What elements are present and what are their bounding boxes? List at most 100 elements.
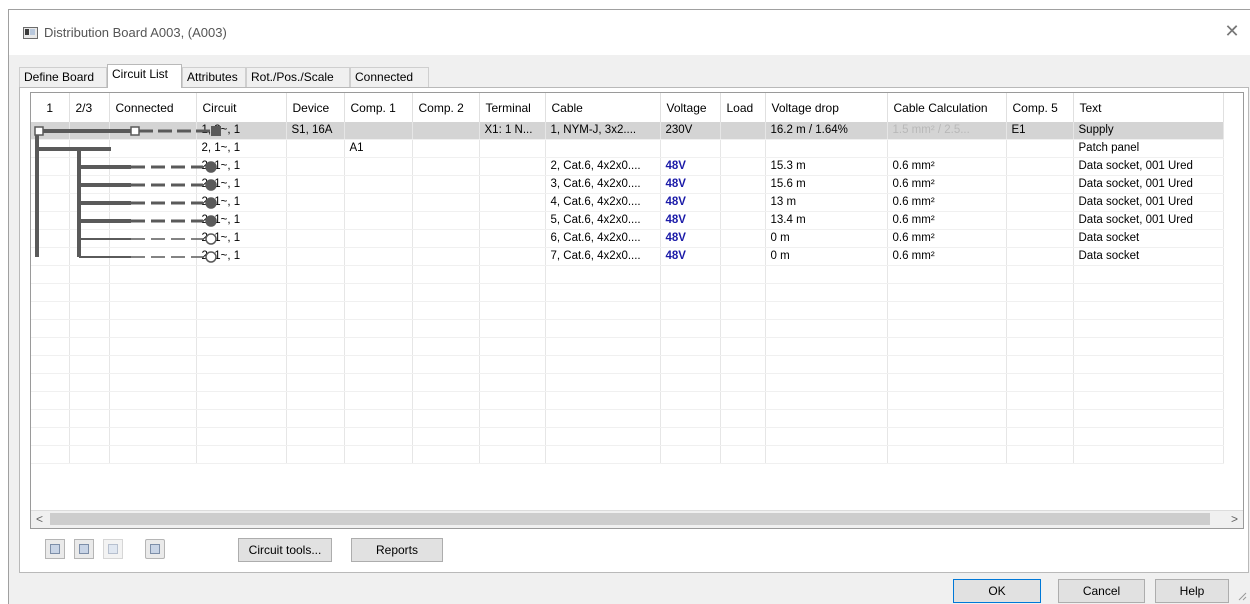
voltage-cell[interactable]: 48V xyxy=(660,175,721,194)
tab-rot-pos-scale[interactable]: Rot./Pos./Scale xyxy=(246,67,350,87)
empty-cell[interactable] xyxy=(412,409,480,428)
empty-cell[interactable] xyxy=(31,427,70,446)
empty-cell[interactable] xyxy=(887,337,1007,356)
empty-cell[interactable] xyxy=(412,265,480,284)
device-cell[interactable]: S1, 16A xyxy=(286,122,345,140)
empty-cell[interactable] xyxy=(765,319,888,338)
empty-cell[interactable] xyxy=(69,337,110,356)
device-cell[interactable] xyxy=(286,247,345,266)
empty-cell[interactable] xyxy=(344,283,413,302)
col-header[interactable]: Cable Calculation xyxy=(887,93,1007,122)
voltage-cell[interactable]: 48V xyxy=(660,229,721,248)
empty-cell[interactable] xyxy=(31,283,70,302)
empty-cell[interactable] xyxy=(765,373,888,392)
col-header[interactable]: Comp. 2 xyxy=(412,93,480,122)
empty-row[interactable] xyxy=(31,373,1224,392)
empty-cell[interactable] xyxy=(765,427,888,446)
voltage-drop-cell[interactable]: 15.6 m xyxy=(765,175,888,194)
empty-cell[interactable] xyxy=(479,265,546,284)
empty-cell[interactable] xyxy=(720,409,766,428)
scroll-right-icon[interactable]: > xyxy=(1226,511,1243,528)
comp5-cell[interactable] xyxy=(1006,157,1074,176)
empty-cell[interactable] xyxy=(1006,301,1074,320)
empty-cell[interactable] xyxy=(660,409,721,428)
voltage-drop-cell[interactable]: 0 m xyxy=(765,247,888,266)
empty-cell[interactable] xyxy=(765,337,888,356)
empty-cell[interactable] xyxy=(720,283,766,302)
horizontal-scrollbar[interactable]: < > xyxy=(31,510,1243,528)
empty-cell[interactable] xyxy=(660,265,721,284)
empty-cell[interactable] xyxy=(545,427,661,446)
comp2-cell[interactable] xyxy=(412,247,480,266)
load-cell[interactable] xyxy=(720,211,766,230)
empty-cell[interactable] xyxy=(720,301,766,320)
voltage-cell[interactable]: 48V xyxy=(660,247,721,266)
cable-cell[interactable]: 5, Cat.6, 4x2x0.... xyxy=(545,211,661,230)
tab-define-board[interactable]: Define Board xyxy=(19,67,107,87)
device-cell[interactable] xyxy=(286,157,345,176)
empty-cell[interactable] xyxy=(286,265,345,284)
empty-cell[interactable] xyxy=(720,265,766,284)
empty-cell[interactable] xyxy=(196,283,287,302)
load-cell[interactable] xyxy=(720,229,766,248)
empty-cell[interactable] xyxy=(1073,355,1224,374)
cable-cell[interactable]: 3, Cat.6, 4x2x0.... xyxy=(545,175,661,194)
empty-cell[interactable] xyxy=(1073,427,1224,446)
voltage-cell[interactable]: 48V xyxy=(660,157,721,176)
empty-cell[interactable] xyxy=(109,427,197,446)
text-cell[interactable]: Data socket, 001 Ured xyxy=(1073,211,1224,230)
empty-cell[interactable] xyxy=(286,391,345,410)
device-cell[interactable] xyxy=(286,193,345,212)
load-cell[interactable] xyxy=(720,139,766,158)
empty-cell[interactable] xyxy=(887,283,1007,302)
empty-row[interactable] xyxy=(31,319,1224,338)
empty-cell[interactable] xyxy=(1006,373,1074,392)
cable-cell[interactable]: 2, Cat.6, 4x2x0.... xyxy=(545,157,661,176)
empty-cell[interactable] xyxy=(1006,355,1074,374)
tab-attributes[interactable]: Attributes xyxy=(182,67,246,87)
empty-cell[interactable] xyxy=(660,427,721,446)
empty-cell[interactable] xyxy=(412,391,480,410)
empty-cell[interactable] xyxy=(196,445,287,464)
empty-cell[interactable] xyxy=(479,445,546,464)
empty-cell[interactable] xyxy=(196,409,287,428)
empty-cell[interactable] xyxy=(1006,337,1074,356)
text-cell[interactable]: Patch panel xyxy=(1073,139,1224,158)
empty-cell[interactable] xyxy=(720,337,766,356)
empty-cell[interactable] xyxy=(660,373,721,392)
device-cell[interactable] xyxy=(286,211,345,230)
empty-cell[interactable] xyxy=(344,355,413,374)
empty-cell[interactable] xyxy=(660,301,721,320)
col-header[interactable]: Terminal xyxy=(479,93,546,122)
empty-cell[interactable] xyxy=(1073,337,1224,356)
empty-cell[interactable] xyxy=(412,319,480,338)
voltage-cell[interactable]: 48V xyxy=(660,211,721,230)
empty-cell[interactable] xyxy=(286,319,345,338)
empty-cell[interactable] xyxy=(344,409,413,428)
empty-cell[interactable] xyxy=(286,283,345,302)
empty-cell[interactable] xyxy=(286,409,345,428)
cable-calc-cell[interactable]: 0.6 mm² xyxy=(887,247,1007,266)
empty-cell[interactable] xyxy=(69,283,110,302)
col-header[interactable]: Device xyxy=(286,93,345,122)
empty-cell[interactable] xyxy=(109,373,197,392)
empty-cell[interactable] xyxy=(69,445,110,464)
col-header[interactable]: Cable xyxy=(545,93,661,122)
cable-calc-cell[interactable]: 0.6 mm² xyxy=(887,211,1007,230)
empty-cell[interactable] xyxy=(196,373,287,392)
empty-cell[interactable] xyxy=(1073,319,1224,338)
empty-cell[interactable] xyxy=(1073,409,1224,428)
empty-cell[interactable] xyxy=(545,265,661,284)
empty-cell[interactable] xyxy=(545,391,661,410)
empty-cell[interactable] xyxy=(344,301,413,320)
empty-cell[interactable] xyxy=(887,355,1007,374)
empty-cell[interactable] xyxy=(344,265,413,284)
empty-cell[interactable] xyxy=(545,283,661,302)
cable-cell[interactable]: 4, Cat.6, 4x2x0.... xyxy=(545,193,661,212)
comp1-cell[interactable] xyxy=(344,247,413,266)
empty-cell[interactable] xyxy=(31,337,70,356)
text-cell[interactable]: Data socket xyxy=(1073,247,1224,266)
empty-cell[interactable] xyxy=(545,445,661,464)
empty-cell[interactable] xyxy=(887,409,1007,428)
empty-cell[interactable] xyxy=(196,427,287,446)
